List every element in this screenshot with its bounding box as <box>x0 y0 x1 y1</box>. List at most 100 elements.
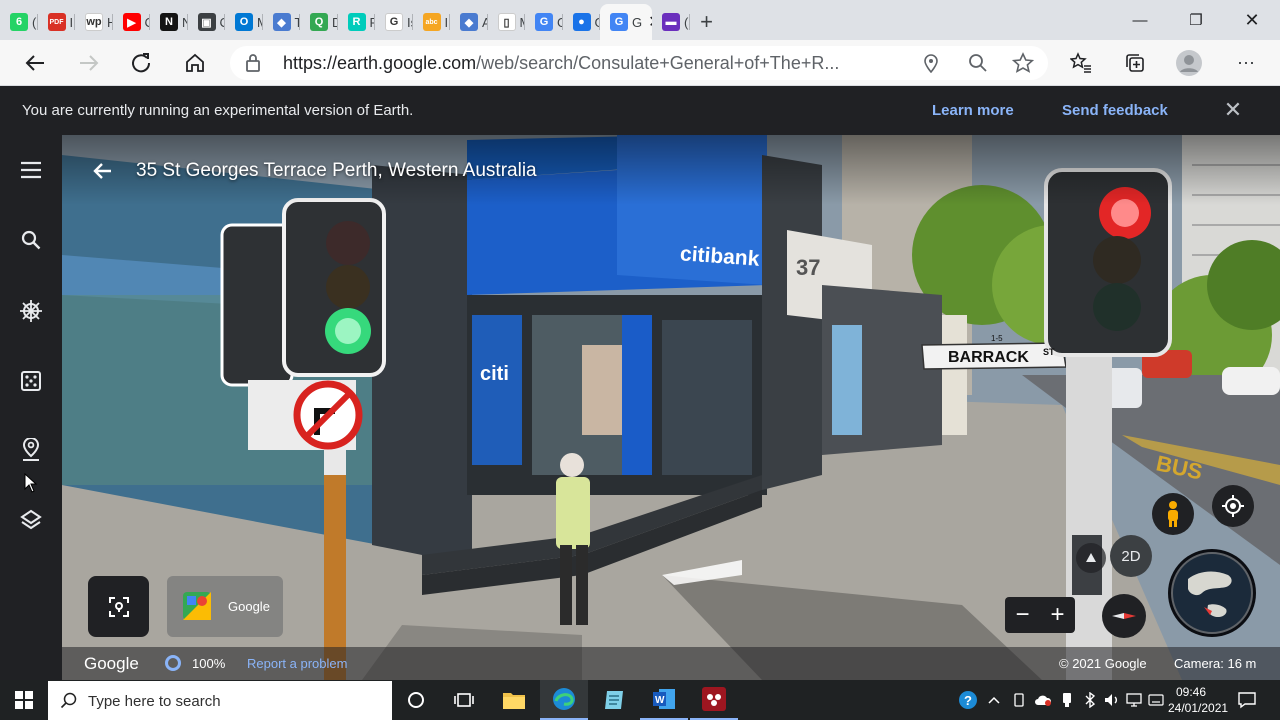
browser-tab[interactable]: NN <box>150 4 188 40</box>
home-icon <box>186 53 204 72</box>
start-button[interactable] <box>0 680 48 720</box>
learn-more-link[interactable]: Learn more <box>932 102 1014 119</box>
clock-date: 24/01/2021 <box>1168 701 1229 715</box>
globe-minimap[interactable] <box>1168 549 1256 637</box>
search-placeholder: Type here to search <box>88 693 221 710</box>
notepad-app-button[interactable] <box>590 680 638 720</box>
task-view-button[interactable] <box>440 680 488 720</box>
back-button[interactable] <box>18 46 52 80</box>
layers-icon <box>20 509 42 530</box>
address-bar[interactable]: https://earth.google.com/web/search/Cons… <box>230 46 1048 80</box>
pegman-button[interactable] <box>1152 493 1194 535</box>
screenshot-button[interactable] <box>88 576 149 637</box>
tab-separator <box>688 14 690 30</box>
tilt-icon <box>1086 553 1096 562</box>
system-clock[interactable]: 09:46 24/01/2021 <box>1168 684 1229 716</box>
voyager-button[interactable] <box>16 296 46 326</box>
ethernet-icon <box>1126 693 1142 707</box>
browser-tab[interactable]: RFa <box>338 4 375 40</box>
arrow-right-icon <box>80 55 99 71</box>
open-in-google-maps-card[interactable]: Google <box>167 576 283 637</box>
browser-tab[interactable]: abcIn <box>413 4 450 40</box>
tab-active[interactable]: GG✕ <box>600 4 652 40</box>
exit-street-view-button[interactable] <box>90 159 114 183</box>
contact-card-icon: ▣ <box>197 13 216 31</box>
browser-tab[interactable]: QD <box>300 4 338 40</box>
browser-tab[interactable]: ▶Cl <box>113 4 150 40</box>
file-explorer-button[interactable] <box>490 680 538 720</box>
browser-tab[interactable]: ▬(3 <box>652 4 690 40</box>
new-tab-button[interactable]: + <box>690 4 724 40</box>
notification-icon <box>1238 692 1256 709</box>
help-tray-button[interactable]: ? <box>955 680 981 720</box>
volume-tray-button[interactable] <box>1102 680 1122 720</box>
browser-toolbar: https://earth.google.com/web/search/Cons… <box>0 40 1280 86</box>
magnifier-green-icon: Q <box>310 13 328 31</box>
diamond-icon: ◆ <box>460 13 478 31</box>
crosshair-icon <box>1222 495 1244 517</box>
zoom-out-button[interactable]: − <box>1005 597 1040 633</box>
mendeley-taskbar-button[interactable] <box>690 680 738 720</box>
google-icon: G <box>385 13 403 31</box>
collections-button[interactable] <box>1118 46 1152 80</box>
browser-tab[interactable]: GG <box>525 4 563 40</box>
street-view-panorama[interactable]: citibank citi 37 BARRACK ST 1-5 BUS 35 S… <box>62 135 1280 680</box>
browser-tab[interactable]: PDFIn <box>38 4 75 40</box>
reload-button[interactable] <box>124 46 158 80</box>
language-tray-button[interactable] <box>1146 680 1166 720</box>
home-button[interactable] <box>178 46 212 80</box>
profile-button[interactable] <box>1172 46 1206 80</box>
compass-button[interactable] <box>1102 594 1146 638</box>
onedrive-tray-button[interactable] <box>1032 680 1054 720</box>
tray-device-button[interactable] <box>1010 680 1028 720</box>
browser-tab[interactable]: ▯ M <box>488 4 525 40</box>
edge-taskbar-button[interactable] <box>540 680 588 720</box>
arrow-left-icon <box>93 163 111 179</box>
place-title: 35 St Georges Terrace Perth, Western Aus… <box>136 160 537 181</box>
favorites-button[interactable] <box>1064 46 1098 80</box>
browser-tab[interactable]: GIs <box>375 4 413 40</box>
network-tray-button[interactable] <box>1124 680 1144 720</box>
forward-button[interactable] <box>72 46 106 80</box>
banner-close-button[interactable]: ✕ <box>1220 97 1246 123</box>
zoom-in-button[interactable]: + <box>1040 597 1075 633</box>
action-center-button[interactable] <box>1232 680 1262 720</box>
feeling-lucky-button[interactable] <box>16 366 46 396</box>
zoom-icon[interactable] <box>968 53 988 73</box>
globe-icon <box>1171 552 1253 634</box>
cortana-button[interactable] <box>392 680 440 720</box>
send-feedback-link[interactable]: Send feedback <box>1062 102 1168 119</box>
report-problem-link[interactable]: Report a problem <box>247 656 347 671</box>
windows-logo-icon <box>15 691 33 709</box>
browser-tab[interactable]: OM <box>225 4 263 40</box>
bluetooth-tray-button[interactable] <box>1080 680 1100 720</box>
street-sign-text: BARRACK <box>948 349 1029 366</box>
browser-tab[interactable]: ◆Tl <box>263 4 300 40</box>
location-pin-icon[interactable] <box>922 53 940 73</box>
show-hidden-icons-button[interactable] <box>985 680 1003 720</box>
browser-tab[interactable]: ● G <box>563 4 600 40</box>
browser-tab[interactable]: 6(6 <box>0 4 38 40</box>
more-menu-button[interactable]: ⋯ <box>1229 46 1263 80</box>
close-window-button[interactable]: ✕ <box>1224 0 1280 40</box>
word-icon: W <box>653 689 675 709</box>
word-taskbar-button[interactable]: W <box>640 680 688 720</box>
taskbar-search-box[interactable]: Type here to search <box>48 681 392 720</box>
svg-text:?: ? <box>964 693 972 708</box>
star-icon[interactable] <box>1012 52 1034 74</box>
restore-button[interactable]: ❐ <box>1168 0 1224 40</box>
minimize-button[interactable]: — <box>1112 0 1168 40</box>
usb-tray-button[interactable] <box>1058 680 1076 720</box>
browser-tab[interactable]: ◆ A <box>450 4 488 40</box>
google-earth-icon: G <box>610 13 628 31</box>
tilt-toggle-button[interactable] <box>1076 543 1106 573</box>
my-location-button[interactable] <box>1212 485 1254 527</box>
browser-tab[interactable]: wp H <box>75 4 113 40</box>
ship-wheel-icon <box>20 300 42 322</box>
search-button[interactable] <box>16 225 46 255</box>
2d-toggle-button[interactable]: 2D <box>1110 535 1152 577</box>
map-style-button[interactable] <box>16 505 46 535</box>
projects-button[interactable] <box>16 436 46 466</box>
browser-tab[interactable]: ▣Cl <box>188 4 225 40</box>
menu-button[interactable] <box>16 155 46 185</box>
